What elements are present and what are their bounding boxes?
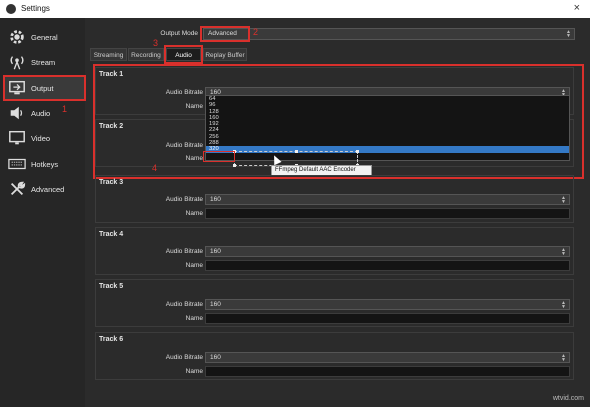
annotation-number: 4 (152, 163, 158, 173)
audio-bitrate-value: 160 (210, 354, 221, 361)
track-name-input[interactable] (205, 366, 570, 377)
select-arrows-icon: ▲▼ (566, 29, 571, 39)
tab-streaming[interactable]: Streaming (90, 48, 127, 61)
sidebar-item-stream[interactable]: Stream (4, 50, 86, 74)
track-name-input[interactable] (205, 208, 570, 219)
audio-bitrate-label: Audio Bitrate (165, 354, 203, 361)
obs-logo-icon (6, 4, 16, 14)
sidebar-item-hotkeys[interactable]: Hotkeys (4, 152, 86, 176)
sidebar-item-label: Hotkeys (31, 160, 59, 169)
tab-recording[interactable]: Recording (128, 48, 164, 61)
sidebar-item-video[interactable]: Video (4, 126, 86, 150)
sidebar-item-audio[interactable]: Audio (4, 101, 86, 125)
name-label: Name (185, 315, 203, 322)
select-arrows-icon: ▲▼ (561, 353, 566, 363)
window-title: Settings (21, 4, 50, 13)
audio-bitrate-value: 160 (210, 196, 221, 203)
name-label: Name (185, 368, 203, 375)
sidebar-item-label: Stream (31, 58, 56, 67)
audio-bitrate-select[interactable]: 160 ▲▼ (205, 194, 570, 205)
annotation-box-output-mode (200, 26, 250, 42)
select-arrows-icon: ▲▼ (561, 195, 566, 205)
audio-bitrate-select[interactable]: 160 ▲▼ (205, 246, 570, 257)
annotation-box-selected-bitrate (203, 151, 235, 162)
sidebar-item-general[interactable]: General (4, 25, 86, 49)
track-name-input[interactable] (205, 313, 570, 324)
wrench-icon (10, 181, 26, 196)
keyboard-icon (8, 158, 26, 170)
sidebar-item-advanced[interactable]: Advanced (4, 177, 86, 201)
output-mode-select[interactable]: Advanced ▲ ▼ (203, 28, 575, 40)
sidebar-item-label: Video (31, 134, 51, 143)
title-bar: Settings × (0, 0, 590, 18)
audio-bitrate-label: Audio Bitrate (165, 301, 203, 308)
annotation-box-tracks (93, 64, 584, 179)
annotation-number: 2 (253, 27, 259, 37)
annotation-box-audio-tab (164, 45, 203, 64)
audio-bitrate-value: 160 (210, 301, 221, 308)
broadcast-icon (10, 56, 24, 70)
track-title: Track 5 (99, 283, 124, 290)
tab-replay-buffer[interactable]: Replay Buffer (203, 48, 247, 61)
annotation-number: 1 (62, 104, 68, 114)
track-title: Track 6 (99, 336, 124, 343)
video-monitor-icon (9, 130, 25, 145)
close-button[interactable]: × (574, 2, 580, 14)
audio-bitrate-select[interactable]: 160 ▲▼ (205, 299, 570, 310)
name-label: Name (185, 210, 203, 217)
track-name-input[interactable] (205, 260, 570, 271)
speaker-icon (10, 106, 23, 120)
name-label: Name (185, 262, 203, 269)
select-arrows-icon: ▲▼ (561, 300, 566, 310)
select-arrows-icon: ▲▼ (561, 247, 566, 257)
sidebar-item-label: General (31, 33, 58, 42)
output-mode-label: Output Mode (160, 30, 198, 37)
settings-window: General Stream Output Audio Video Hotkey… (0, 18, 590, 407)
audio-bitrate-value: 160 (210, 248, 221, 255)
watermark: wtvid.com (552, 395, 584, 402)
annotation-number: 3 (153, 38, 159, 48)
track-title: Track 3 (99, 179, 124, 186)
audio-bitrate-select[interactable]: 160 ▲▼ (205, 352, 570, 363)
audio-bitrate-label: Audio Bitrate (165, 248, 203, 255)
sidebar-item-label: Advanced (31, 185, 65, 194)
annotation-box-output (3, 75, 86, 101)
track-title: Track 4 (99, 231, 124, 238)
gear-icon (10, 30, 24, 44)
sidebar-item-label: Audio (31, 109, 51, 118)
audio-bitrate-label: Audio Bitrate (165, 196, 203, 203)
